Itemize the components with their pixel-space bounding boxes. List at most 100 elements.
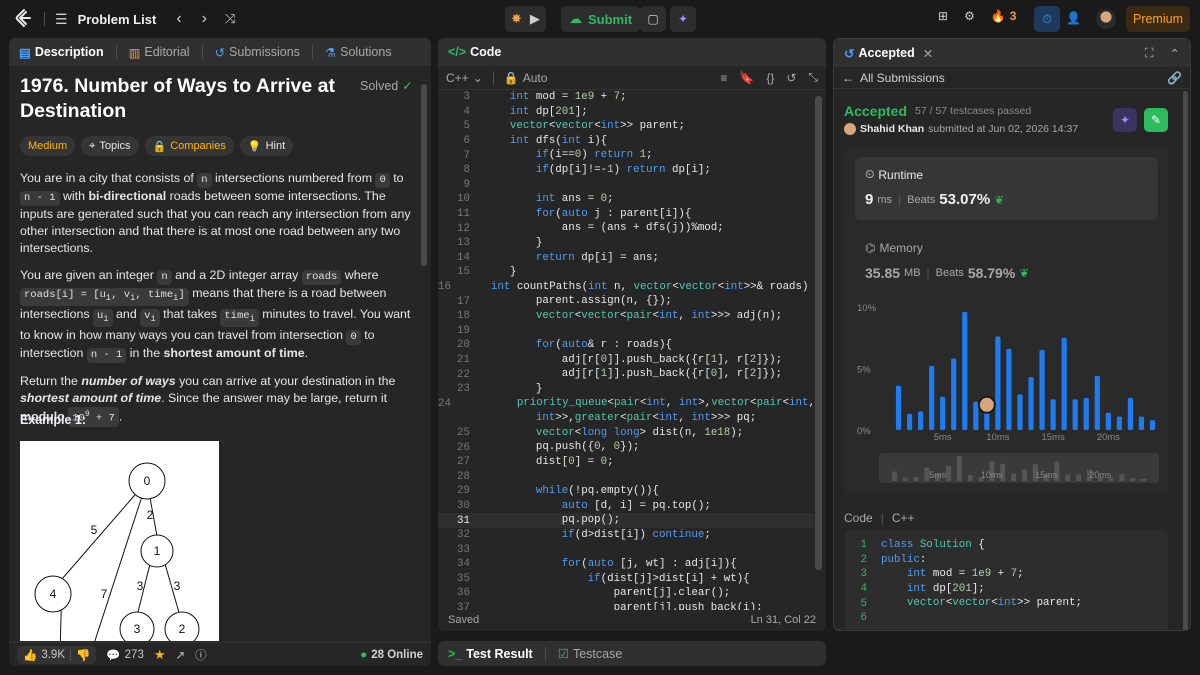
format-icon[interactable]: ≡ — [720, 71, 727, 85]
distribution-bar[interactable] — [940, 396, 946, 430]
code-line[interactable]: 12 ans = (ans + dfs(j))%mod; — [438, 221, 814, 236]
distribution-bar[interactable] — [1072, 399, 1078, 430]
description-scrollbar[interactable] — [421, 84, 427, 266]
distribution-bar[interactable] — [1050, 399, 1056, 430]
distribution-bar[interactable] — [1149, 420, 1156, 430]
run-icon[interactable]: ▶ — [530, 11, 540, 27]
chevron-up-icon[interactable]: ⌃ — [1170, 46, 1180, 61]
submit-button[interactable]: ☁ Submit — [561, 6, 641, 32]
code-line[interactable]: int>>,greater<pair<int, int>>> pq; — [438, 411, 814, 426]
distribution-bar[interactable] — [929, 366, 935, 430]
code-line[interactable]: 17 parent.assign(n, {}); — [438, 294, 814, 309]
code-editor[interactable]: 3 int mod = 1e9 + 7; 4 int dp[201]; 5 vect… — [438, 90, 814, 610]
ai-button[interactable]: ✦ — [670, 6, 696, 32]
code-line[interactable]: 6 — [845, 611, 1168, 626]
notes-button[interactable]: ▢ — [640, 6, 666, 32]
submitted-code[interactable]: 1 class Solution {2 public: 3 int mod = 1e9… — [845, 530, 1168, 630]
user-name[interactable]: Shahid Khan — [860, 123, 924, 135]
difficulty-tag[interactable]: Medium — [20, 136, 76, 156]
code-line[interactable]: 13 } — [438, 236, 814, 251]
like-button[interactable]: 👍 3.9K | 👎 — [17, 645, 97, 664]
code-line[interactable]: 19 — [438, 324, 814, 339]
tab-code[interactable]: </> Code — [448, 45, 501, 59]
code-line[interactable]: 22 adj[r[1]].push_back({r[0], r[2]}); — [438, 367, 814, 382]
code-line[interactable]: 35 if(dist[j]>dist[i] + wt){ — [438, 572, 814, 587]
code-line[interactable]: 16 int countPaths(int n, vector<vector<i… — [438, 280, 814, 295]
comments-button[interactable]: 💬 273 — [106, 648, 144, 662]
tab-solutions[interactable]: ⚗ Solutions — [325, 45, 392, 60]
code-line[interactable]: 4 int dp[201]; — [438, 105, 814, 120]
leetcode-logo-icon[interactable] — [14, 9, 34, 29]
language-select[interactable]: C++ ⌄ — [446, 71, 483, 85]
code-line[interactable]: 15 } — [438, 265, 814, 280]
bookmark-icon[interactable]: 🔖 — [739, 71, 754, 85]
distribution-bar[interactable] — [951, 358, 957, 430]
auto-toggle[interactable]: 🔒 Auto — [504, 71, 548, 85]
code-line[interactable]: 10 int ans = 0; — [438, 192, 814, 207]
range-overview[interactable] — [879, 453, 1159, 483]
distribution-bar[interactable] — [906, 414, 913, 430]
code-line[interactable]: 20 for(auto& r : roads){ — [438, 338, 814, 353]
distribution-bar[interactable] — [984, 412, 990, 430]
distribution-bar[interactable] — [973, 401, 979, 430]
distribution-bar[interactable] — [1116, 416, 1122, 430]
premium-button[interactable]: Premium — [1126, 6, 1190, 32]
distribution-bar[interactable] — [995, 336, 1001, 430]
tab-testcase[interactable]: ☑ Testcase — [558, 646, 623, 662]
tab-submissions[interactable]: ↺ Submissions — [215, 45, 300, 60]
distribution-bar[interactable] — [1127, 398, 1133, 430]
code-line[interactable]: 30 auto [d, i] = pq.top(); — [438, 499, 814, 514]
user-position-marker[interactable] — [977, 395, 996, 414]
code-scrollbar[interactable] — [815, 96, 822, 570]
code-line[interactable]: 11 for(auto j : parent[i]){ — [438, 207, 814, 222]
gear-icon[interactable]: ⚙ — [964, 9, 975, 23]
next-problem-icon[interactable]: › — [202, 10, 207, 28]
layout-icon[interactable]: ⊞ — [938, 9, 948, 23]
maximize-icon[interactable]: ⛶ — [1145, 46, 1154, 61]
code-line[interactable]: 31 pq.pop(); — [438, 513, 814, 528]
distribution-bar[interactable] — [895, 385, 902, 430]
code-line[interactable]: 28 — [438, 469, 814, 484]
streak-counter[interactable]: 🔥 3 — [991, 9, 1017, 23]
reset-icon[interactable]: ↺ — [786, 71, 796, 85]
code-line[interactable]: 32 if(d>dist[i]) continue; — [438, 528, 814, 543]
timer-button[interactable]: ⏱ — [1034, 6, 1060, 32]
distribution-bar[interactable] — [1028, 377, 1034, 430]
code-line[interactable]: 2 public: — [845, 553, 1168, 568]
topics-tag[interactable]: ⌖ Topics — [81, 136, 139, 156]
collapse-icon[interactable]: ⤡ — [808, 70, 818, 85]
code-line[interactable]: 18 vector<vector<pair<int, int>>> adj(n)… — [438, 309, 814, 324]
code-line[interactable]: 14 return dp[i] = ans; — [438, 251, 814, 266]
code-line[interactable]: 36 parent[j].clear(); — [438, 586, 814, 601]
code-line[interactable]: 21 adj[r[0]].push_back({r[1], r[2]}); — [438, 353, 814, 368]
distribution-bar[interactable] — [1039, 350, 1045, 430]
code-line[interactable]: 7 if(i==0) return 1; — [438, 148, 814, 163]
code-line[interactable]: 6 int dfs(int i){ — [438, 134, 814, 149]
companies-tag[interactable]: 🔒 Companies — [144, 136, 234, 156]
distribution-bar[interactable] — [1094, 375, 1100, 430]
analyze-button[interactable]: ✦ — [1113, 108, 1137, 132]
tab-accepted[interactable]: ↺ Accepted ✕ — [844, 46, 933, 61]
memory-card[interactable]: ⌬ Memory 35.85 MB | Beats 58.79% ❦ — [865, 241, 1029, 281]
code-line[interactable]: 33 — [438, 542, 814, 557]
code-line[interactable]: 34 for(auto [j, wt] : adj[i]){ — [438, 557, 814, 572]
code-line[interactable]: 26 pq.push({0, 0}); — [438, 440, 814, 455]
braces-icon[interactable]: {} — [766, 71, 774, 85]
distribution-bar[interactable] — [1105, 412, 1111, 430]
all-submissions-link[interactable]: All Submissions — [860, 71, 945, 85]
code-line[interactable]: 24 priority_queue<pair<int, int>,vector<… — [438, 396, 814, 411]
distribution-bar[interactable] — [1006, 348, 1012, 430]
help-icon[interactable]: ⓘ — [195, 647, 207, 663]
runtime-card[interactable]: ⏲ Runtime 9 ms | Beats 53.07% ❦ — [855, 157, 1158, 220]
distribution-bar[interactable] — [918, 411, 924, 430]
distribution-bar[interactable] — [1017, 394, 1023, 430]
tab-description[interactable]: ▤ Description — [19, 45, 104, 60]
code-line[interactable]: 5 vector<vector<int>> parent; — [438, 119, 814, 134]
code-line[interactable]: 3 int mod = 1e9 + 7; — [845, 567, 1168, 582]
tab-test-result[interactable]: >_ Test Result — [448, 647, 533, 661]
link-icon[interactable]: 🔗 — [1167, 71, 1182, 85]
code-line[interactable]: 9 — [438, 178, 814, 193]
distribution-bar[interactable] — [962, 311, 968, 430]
submission-scrollbar[interactable] — [1183, 91, 1188, 630]
code-line[interactable]: 25 vector<long long> dist(n, 1e18); — [438, 426, 814, 441]
